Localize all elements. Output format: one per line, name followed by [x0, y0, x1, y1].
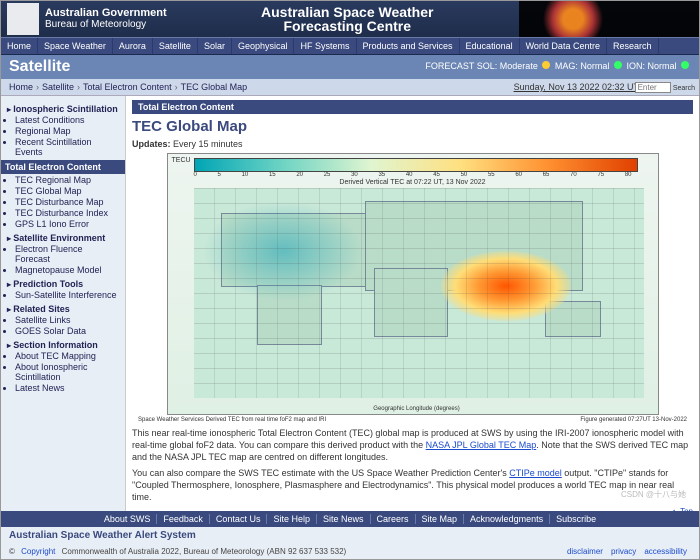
breadcrumb: Home›Satellite›Total Electron Content›TE… — [1, 79, 699, 96]
section-bar: Satellite FORECAST SOL: Moderate MAG: No… — [1, 55, 699, 79]
sidebar-item[interactable]: GPS L1 Iono Error — [15, 219, 119, 229]
content: Total Electron Content TEC Global Map Up… — [125, 96, 699, 511]
sidebar-item[interactable]: TEC Disturbance Index — [15, 208, 119, 218]
footnav-item[interactable]: Site News — [317, 514, 371, 524]
sidebar-item[interactable]: About TEC Mapping — [15, 351, 119, 361]
sidebar-item[interactable]: GOES Solar Data — [15, 326, 119, 336]
description-1: This near real-time ionospheric Total El… — [132, 427, 693, 463]
sidebar-item[interactable]: TEC Disturbance Map — [15, 197, 119, 207]
tec-map: TECU 05101520253035404550556065707580 De… — [167, 153, 659, 415]
footer-link[interactable]: disclaimer — [567, 547, 603, 556]
footnav-item[interactable]: Site Help — [267, 514, 317, 524]
crumb-1[interactable]: Satellite — [42, 82, 74, 92]
sidebar: Ionospheric ScintillationLatest Conditio… — [1, 96, 125, 511]
nav-solar[interactable]: Solar — [198, 38, 232, 54]
nav-research[interactable]: Research — [607, 38, 659, 54]
footnav-item[interactable]: About SWS — [98, 514, 158, 524]
footnav-item[interactable]: Careers — [371, 514, 416, 524]
nav-home[interactable]: Home — [1, 38, 38, 54]
ctipe-link[interactable]: CTIPe model — [509, 468, 562, 478]
footer-link[interactable]: accessibility — [644, 547, 687, 556]
sidebar-item[interactable]: About Ionospheric Scintillation — [15, 362, 119, 382]
forecast-status: FORECAST SOL: Moderate MAG: Normal ION: … — [425, 61, 691, 71]
nav-satellite[interactable]: Satellite — [153, 38, 198, 54]
crest-icon — [7, 3, 39, 35]
crumb-2[interactable]: Total Electron Content — [83, 82, 172, 92]
main-nav: HomeSpace WeatherAuroraSatelliteSolarGeo… — [1, 37, 699, 55]
nasa-link[interactable]: NASA JPL Global TEC Map — [426, 440, 537, 450]
search-input[interactable] — [635, 82, 671, 93]
nav-hf-systems[interactable]: HF Systems — [294, 38, 356, 54]
nav-space-weather[interactable]: Space Weather — [38, 38, 113, 54]
page-title: TEC Global Map — [132, 118, 693, 135]
crumb-0[interactable]: Home — [9, 82, 33, 92]
nav-geophysical[interactable]: Geophysical — [232, 38, 295, 54]
timestamp: Sunday, Nov 13 2022 02:32 UT — [514, 82, 639, 92]
sidebar-item[interactable]: Satellite Links — [15, 315, 119, 325]
nav-products-and-services[interactable]: Products and Services — [357, 38, 460, 54]
search-button[interactable]: Search — [673, 85, 695, 92]
nav-educational[interactable]: Educational — [460, 38, 520, 54]
ok-icon — [614, 61, 622, 69]
map-title: Derived Vertical TEC at 07:22 UT, 13 Nov… — [168, 179, 658, 186]
section-title: Satellite — [9, 58, 70, 75]
sidebar-item[interactable]: TEC Global Map — [15, 186, 119, 196]
sidebar-item[interactable]: Electron Fluence Forecast — [15, 244, 119, 264]
caption-left: Space Weather Services Derived TEC from … — [138, 417, 326, 423]
sidebar-group[interactable]: Ionospheric Scintillation — [7, 104, 119, 114]
copyright-link[interactable]: Copyright — [21, 547, 55, 556]
sidebar-group[interactable]: Satellite Environment — [7, 233, 119, 243]
sidebar-item[interactable]: TEC Regional Map — [15, 175, 119, 185]
centre-title: Australian Space WeatherForecasting Cent… — [261, 5, 433, 33]
sidebar-group[interactable]: Total Electron Content — [1, 160, 125, 174]
nav-aurora[interactable]: Aurora — [113, 38, 153, 54]
crumb-3[interactable]: TEC Global Map — [181, 82, 248, 92]
search-box: Search — [635, 82, 695, 93]
warn-icon — [542, 61, 550, 69]
sidebar-item[interactable]: Latest News — [15, 383, 119, 393]
sidebar-item[interactable]: Sun-Satellite Interference — [15, 290, 119, 300]
caption-right: Figure generated 07:27UT 13-Nov-2022 — [580, 417, 687, 423]
update-interval: Every 15 minutes — [173, 139, 243, 149]
description-2: You can also compare the SWS TEC estimat… — [132, 467, 693, 503]
footer-nav: About SWSFeedbackContact UsSite HelpSite… — [1, 511, 699, 527]
footnav-item[interactable]: Subscribe — [550, 514, 602, 524]
sidebar-group[interactable]: Section Information — [7, 340, 119, 350]
footer-link[interactable]: privacy — [611, 547, 636, 556]
sidebar-group[interactable]: Prediction Tools — [7, 279, 119, 289]
ok-icon — [681, 61, 689, 69]
globe-plot — [194, 188, 644, 398]
sun-banner-icon — [519, 1, 699, 37]
footnav-item[interactable]: Acknowledgments — [464, 514, 550, 524]
alert-system[interactable]: Australian Space Weather Alert System — [1, 527, 699, 544]
nav-world-data-centre[interactable]: World Data Centre — [520, 38, 607, 54]
sidebar-item[interactable]: Recent Scintillation Events — [15, 137, 119, 157]
footnav-item[interactable]: Site Map — [416, 514, 465, 524]
content-tab: Total Electron Content — [132, 100, 693, 114]
sidebar-item[interactable]: Latest Conditions — [15, 115, 119, 125]
copyright: © Copyright Commonwealth of Australia 20… — [1, 544, 699, 559]
sidebar-group[interactable]: Related Sites — [7, 304, 119, 314]
bureau-name: Bureau of Meteorology — [45, 19, 167, 30]
footnav-item[interactable]: Feedback — [157, 514, 210, 524]
org-name: Australian Government — [45, 8, 167, 19]
sidebar-item[interactable]: Regional Map — [15, 126, 119, 136]
sidebar-item[interactable]: Magnetopause Model — [15, 265, 119, 275]
footnav-item[interactable]: Contact Us — [210, 514, 268, 524]
colorbar-label: TECU — [172, 157, 191, 164]
gov-header: Australian Government Bureau of Meteorol… — [1, 1, 699, 37]
colorbar — [194, 158, 638, 172]
